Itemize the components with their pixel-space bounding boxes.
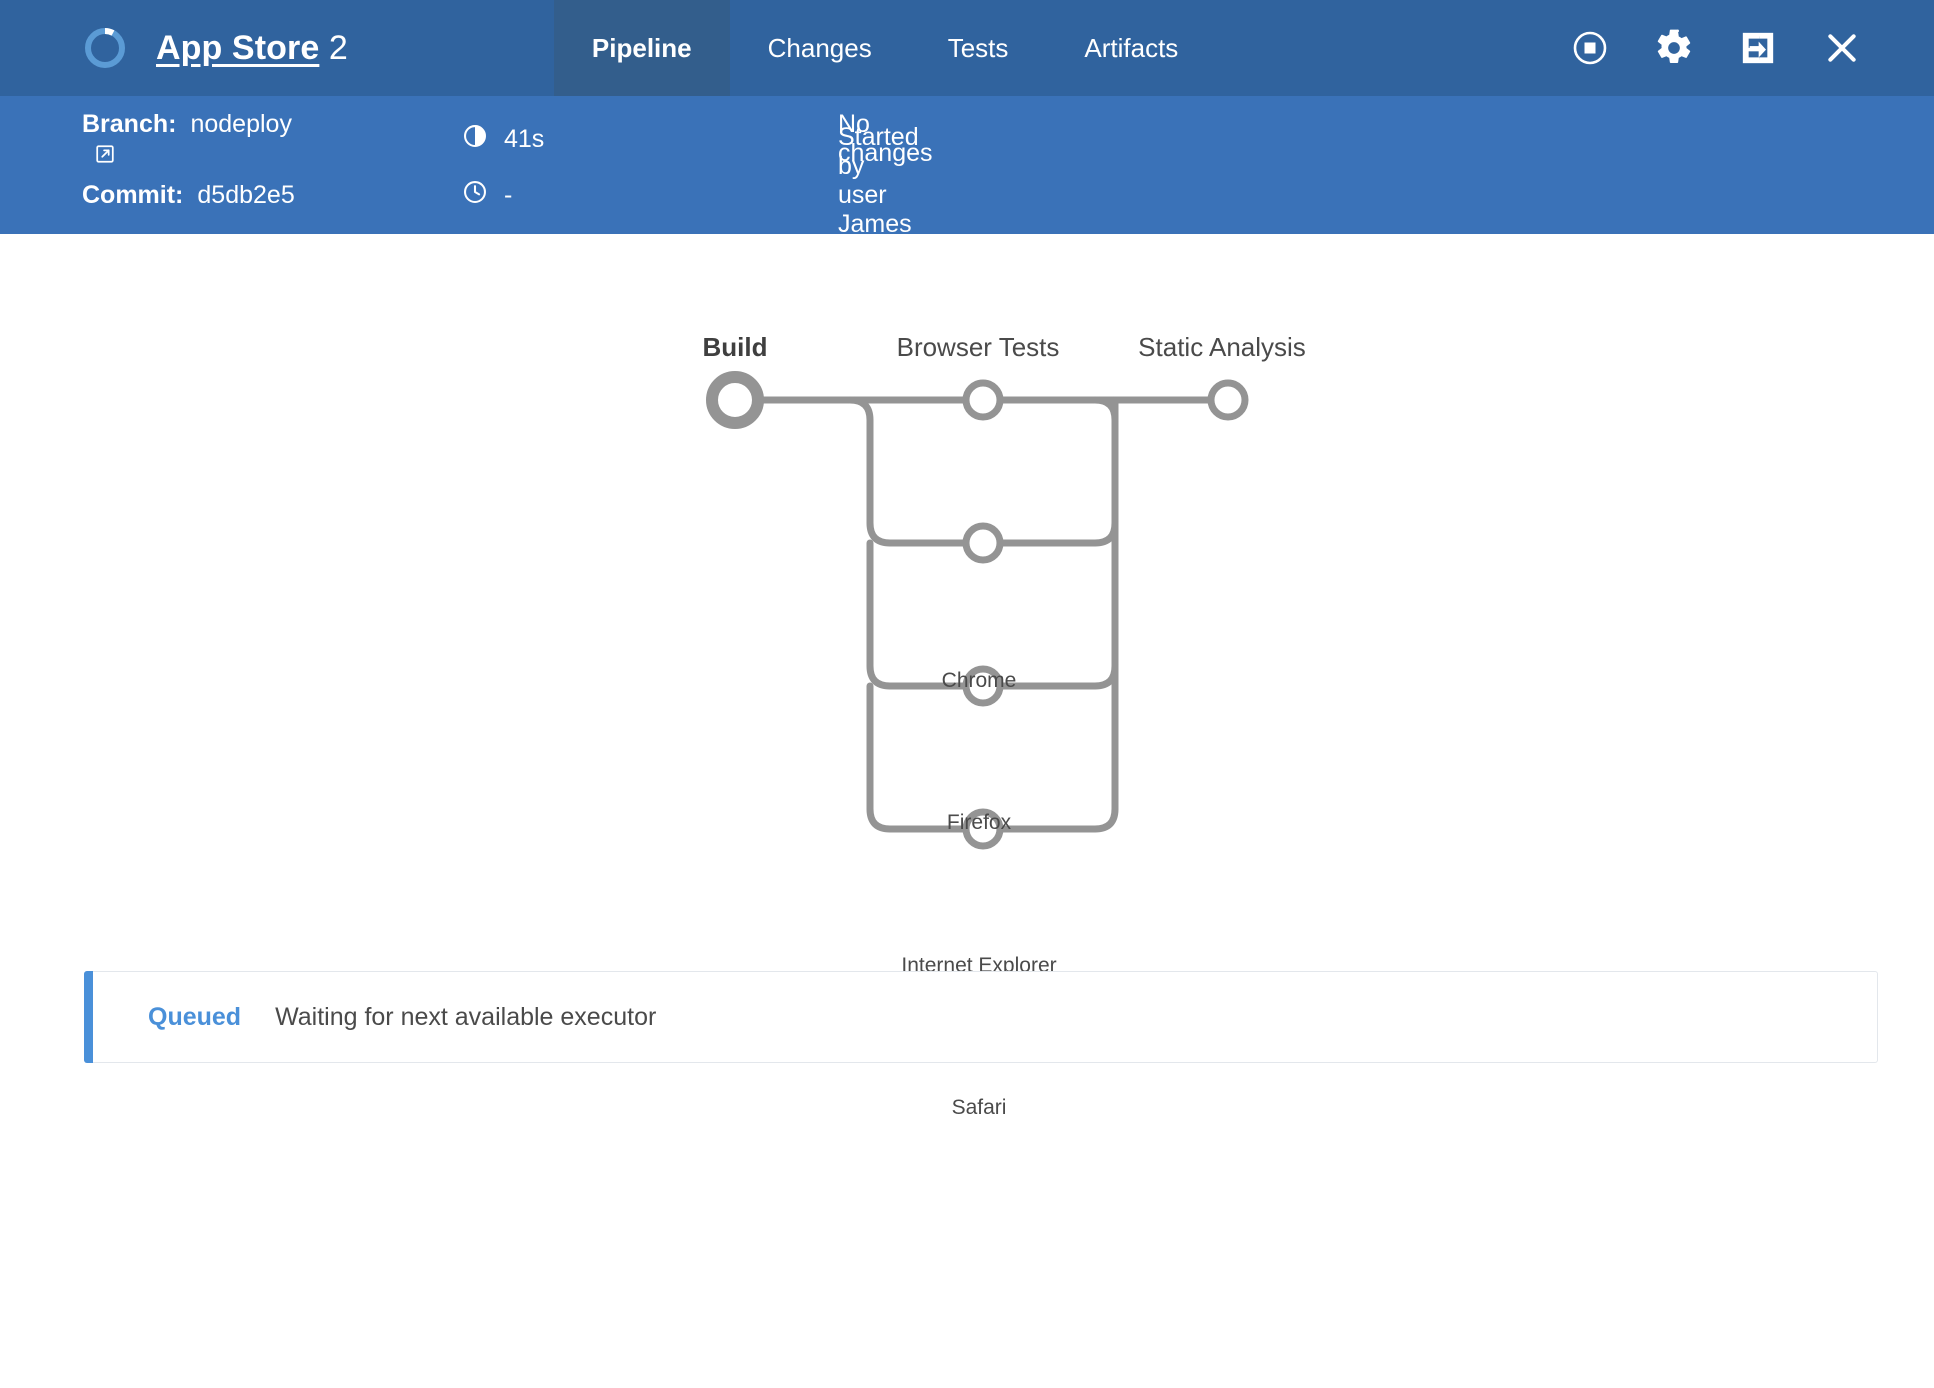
- stage-node-chrome[interactable]: [966, 383, 1000, 417]
- clock-icon: [462, 179, 488, 212]
- status-badge: Queued: [148, 1003, 241, 1032]
- branch-value: nodeploy: [190, 110, 291, 138]
- stop-circle-icon[interactable]: [1570, 28, 1610, 68]
- main-nav-tabs: Pipeline Changes Tests Artifacts: [554, 0, 1216, 96]
- edge-fanout-firefox: [850, 400, 983, 543]
- stage-node-firefox[interactable]: [966, 526, 1000, 560]
- time-value: -: [504, 181, 512, 210]
- exit-to-app-icon[interactable]: [1738, 28, 1778, 68]
- edge-fanout-ie: [870, 543, 983, 686]
- edge-converge-top: [1095, 400, 1115, 420]
- pipeline-name-link[interactable]: App Store: [156, 29, 319, 67]
- stage-label-browser-tests[interactable]: Browser Tests: [897, 332, 1060, 363]
- stage-node-static-analysis[interactable]: [1211, 383, 1245, 417]
- duration-field: 41s: [462, 123, 544, 156]
- node-label-safari[interactable]: Safari: [952, 1096, 1007, 1120]
- tab-pipeline[interactable]: Pipeline: [554, 0, 730, 96]
- duration-value: 41s: [504, 125, 544, 154]
- close-icon[interactable]: [1822, 28, 1862, 68]
- brand-area: App Store 2: [0, 0, 348, 96]
- queued-status-card: Queued Waiting for next available execut…: [84, 971, 1878, 1063]
- gear-icon[interactable]: [1654, 28, 1694, 68]
- node-label-chrome[interactable]: Chrome: [942, 669, 1017, 693]
- time-field: -: [462, 179, 512, 212]
- edge-fanout-safari: [870, 686, 983, 829]
- stage-node-build[interactable]: [712, 377, 758, 423]
- duration-pie-icon: [462, 123, 488, 156]
- branch-label: Branch:: [82, 110, 176, 138]
- top-header-bar: App Store 2 Pipeline Changes Tests Artif…: [0, 0, 1934, 96]
- page-title: App Store 2: [156, 29, 348, 68]
- branch-field: Branch: nodeploy: [82, 110, 292, 168]
- pipeline-graph: Build Browser Tests Static Analysis Chro…: [0, 234, 1934, 934]
- header-action-icons: [1570, 0, 1934, 96]
- external-link-icon[interactable]: [94, 143, 116, 165]
- node-label-firefox[interactable]: Firefox: [947, 811, 1011, 835]
- commit-label: Commit:: [82, 181, 183, 209]
- tab-tests[interactable]: Tests: [910, 0, 1047, 96]
- run-info-bar: Branch:nodeploy 41s No changes Commit:d5…: [0, 96, 1934, 234]
- tab-artifacts[interactable]: Artifacts: [1046, 0, 1216, 96]
- stage-label-static-analysis[interactable]: Static Analysis: [1138, 332, 1306, 363]
- stage-label-build[interactable]: Build: [703, 332, 768, 363]
- edge-converge-firefox: [983, 400, 1115, 543]
- commit-value[interactable]: d5db2e5: [197, 181, 294, 209]
- run-number: 2: [329, 29, 348, 67]
- status-message: Waiting for next available executor: [275, 1003, 656, 1032]
- status-accent-bar: [84, 971, 93, 1063]
- running-spinner-icon: [82, 25, 128, 71]
- commit-field: Commit: d5db2e5: [82, 181, 295, 210]
- tab-changes[interactable]: Changes: [730, 0, 910, 96]
